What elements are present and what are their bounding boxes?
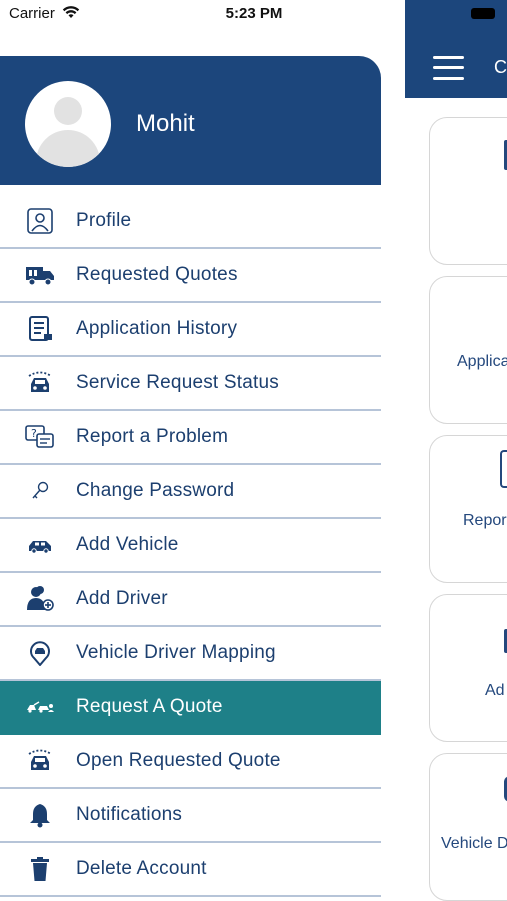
tow-truck-icon: [27, 701, 54, 713]
dashboard-card-2[interactable]: Applica: [429, 276, 507, 424]
trash-icon: [31, 857, 49, 881]
menu-item-label: Service Request Status: [76, 372, 279, 393]
dashboard-card-4[interactable]: Ad: [429, 594, 507, 742]
drawer-header: Mohit: [0, 56, 381, 185]
card-label: Repor: [463, 512, 507, 529]
user-name: Mohit: [136, 110, 195, 137]
map-pin-icon: [30, 641, 50, 666]
menu-item-change-password[interactable]: Change Password: [0, 465, 381, 519]
menu-item-add-driver[interactable]: Add Driver: [0, 573, 381, 627]
report-problem-icon: ?: [25, 425, 54, 448]
car-front-icon: [28, 371, 52, 392]
avatar-placeholder-body: [36, 130, 100, 167]
card-label: Applica: [457, 353, 507, 370]
background-page-title: C: [494, 57, 507, 77]
hamburger-menu-icon[interactable]: [433, 56, 464, 80]
menu-item-label: Application History: [76, 318, 238, 339]
profile-icon: [27, 208, 53, 234]
menu-item-label: Requested Quotes: [76, 264, 238, 285]
menu-item-label: Open Requested Quote: [76, 750, 281, 771]
car-icon: [29, 541, 51, 554]
navigation-drawer: Mohit Profile Requested Quotes Applicati…: [0, 0, 381, 900]
menu-item-profile[interactable]: Profile: [0, 195, 381, 249]
menu-item-label: Change Password: [76, 480, 235, 501]
avatar-placeholder-icon: [54, 97, 82, 125]
menu-item-notifications[interactable]: Notifications: [0, 789, 381, 843]
add-driver-icon: [27, 586, 54, 611]
menu-item-requested-quotes[interactable]: Requested Quotes: [0, 249, 381, 303]
avatar[interactable]: [25, 81, 111, 167]
menu-item-service-request-status[interactable]: Service Request Status: [0, 357, 381, 411]
menu-item-label: Delete Account: [76, 858, 207, 879]
card-icon: [500, 450, 507, 488]
menu-item-report-a-problem[interactable]: ? Report a Problem: [0, 411, 381, 465]
document-icon: [29, 316, 52, 341]
dashboard-card-3[interactable]: Repor: [429, 435, 507, 583]
car-front-icon: [28, 749, 52, 770]
dashboard-card-5[interactable]: Vehicle D: [429, 753, 507, 901]
battery-icon: [471, 8, 495, 19]
dashboard-card-1[interactable]: [429, 117, 507, 265]
menu-item-add-vehicle[interactable]: Add Vehicle: [0, 519, 381, 573]
drawer-menu: Profile Requested Quotes Application His…: [0, 195, 381, 897]
menu-item-label: Add Vehicle: [76, 534, 179, 555]
card-label: Ad: [485, 682, 505, 699]
key-icon: [32, 481, 49, 499]
bell-icon: [30, 804, 50, 828]
menu-item-label: Profile: [76, 210, 132, 231]
menu-item-label: Request A Quote: [76, 696, 223, 717]
menu-item-request-a-quote[interactable]: Request A Quote: [0, 681, 381, 735]
truck-icon: [26, 267, 54, 286]
menu-item-delete-account[interactable]: Delete Account: [0, 843, 381, 897]
menu-item-open-requested-quote[interactable]: Open Requested Quote: [0, 735, 381, 789]
menu-item-application-history[interactable]: Application History: [0, 303, 381, 357]
menu-item-vehicle-driver-mapping[interactable]: Vehicle Driver Mapping: [0, 627, 381, 681]
svg-text:?: ?: [31, 427, 37, 440]
menu-item-label: Add Driver: [76, 588, 168, 609]
menu-item-label: Vehicle Driver Mapping: [76, 642, 276, 663]
menu-item-label: Notifications: [76, 804, 183, 825]
card-label: Vehicle D: [441, 835, 507, 852]
menu-item-label: Report a Problem: [76, 426, 229, 447]
